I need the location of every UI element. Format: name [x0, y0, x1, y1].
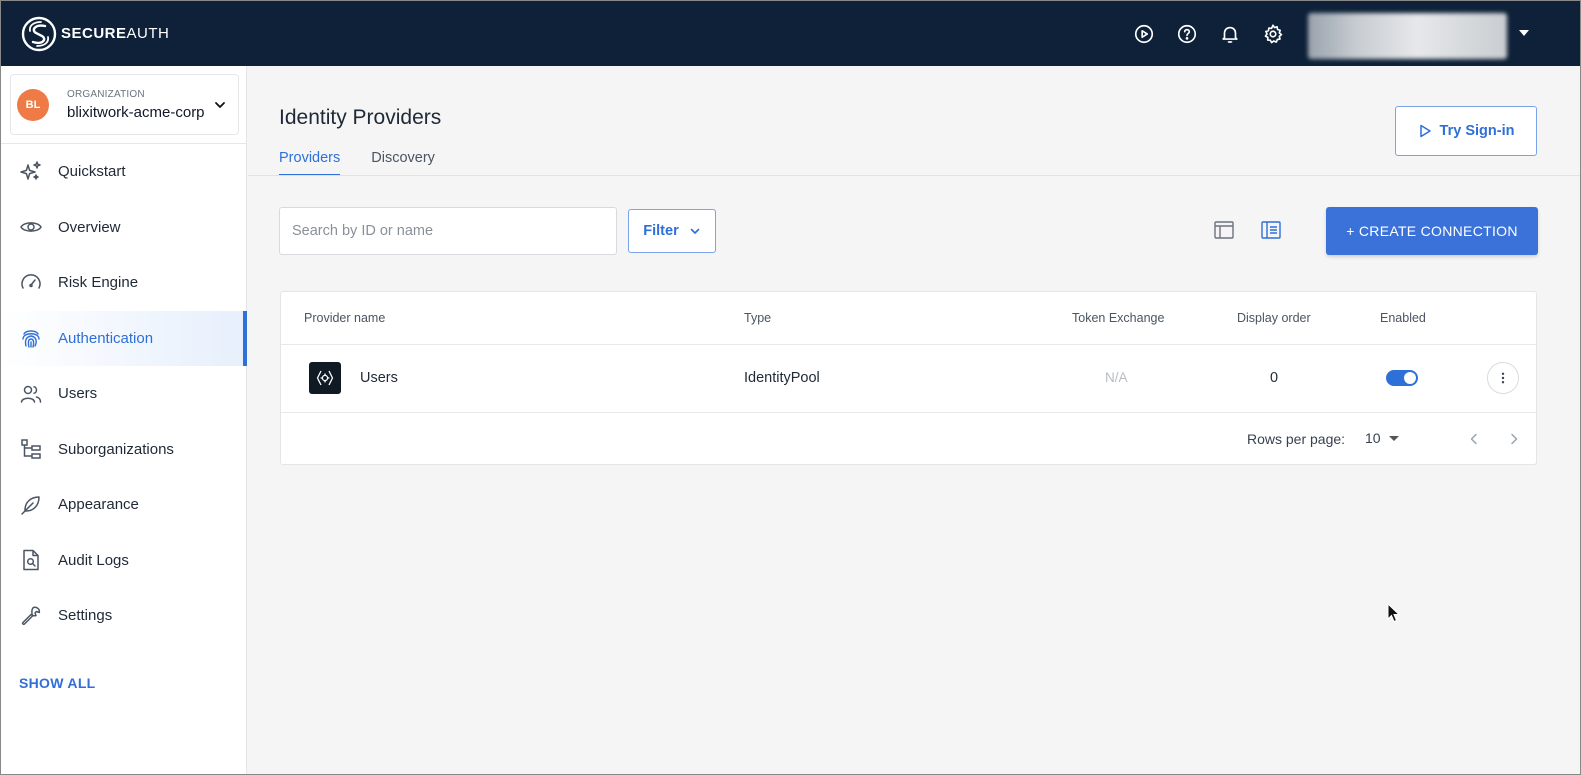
- sidebar: BL ORGANIZATION blixitwork-acme-corp Qui…: [1, 66, 247, 774]
- page-title: Identity Providers: [279, 106, 442, 129]
- rows-per-page-label: Rows per page:: [1247, 431, 1346, 447]
- search-input[interactable]: [279, 207, 617, 255]
- sidebar-item-risk-engine[interactable]: Risk Engine: [1, 255, 247, 311]
- sidebar-item-label: Authentication: [58, 329, 154, 347]
- divider: [281, 344, 1536, 345]
- sidebar-item-label: Users: [58, 385, 98, 403]
- cell-type: IdentityPool: [744, 370, 820, 386]
- caret-down-icon: [1388, 435, 1399, 441]
- cell-token-exchange: N/A: [1105, 370, 1128, 385]
- user-menu-avatar[interactable]: [1308, 13, 1507, 59]
- tab-discovery[interactable]: Discovery: [371, 150, 435, 176]
- sidebar-item-overview[interactable]: Overview: [1, 200, 247, 256]
- caret-down-icon[interactable]: [1519, 30, 1529, 36]
- tab-bar: Providers Discovery: [279, 150, 466, 176]
- fingerprint-icon: [18, 325, 44, 351]
- filter-label: Filter: [643, 223, 679, 239]
- main-content: Identity Providers Providers Discovery T…: [248, 66, 1580, 774]
- org-avatar: BL: [17, 88, 49, 121]
- organization-switcher[interactable]: BL ORGANIZATION blixitwork-acme-corp: [10, 74, 239, 135]
- sidebar-item-label: Appearance: [58, 496, 139, 514]
- sparkles-icon: [18, 159, 44, 185]
- create-connection-button[interactable]: + CREATE CONNECTION: [1326, 207, 1538, 255]
- secureauth-logo-icon: [21, 16, 57, 51]
- next-page-button[interactable]: [1504, 429, 1524, 449]
- sidebar-item-users[interactable]: Users: [1, 366, 247, 422]
- eye-icon: [18, 214, 44, 240]
- gear-icon[interactable]: [1258, 19, 1288, 49]
- chevron-down-icon: [690, 228, 700, 234]
- try-signin-label: Try Sign-in: [1439, 123, 1515, 139]
- cell-display-order: 0: [1270, 370, 1279, 386]
- chevron-right-icon: [1511, 433, 1518, 445]
- previous-page-button[interactable]: [1464, 429, 1484, 449]
- providers-table: Provider name Type Token Exchange Displa…: [280, 291, 1537, 465]
- tab-providers[interactable]: Providers: [279, 150, 341, 176]
- play-icon: [1419, 124, 1431, 138]
- gauge-icon: [18, 270, 44, 296]
- divider: [281, 412, 1536, 413]
- try-signin-button[interactable]: Try Sign-in: [1395, 106, 1537, 156]
- table-view-icon[interactable]: [1211, 217, 1237, 243]
- divider: [248, 175, 1580, 176]
- users-icon: [18, 381, 44, 407]
- hierarchy-icon: [18, 436, 44, 462]
- sidebar-nav: Quickstart Overview Risk Engine Authenti…: [1, 144, 247, 644]
- show-all-link[interactable]: SHOW ALL: [19, 675, 96, 691]
- rows-per-page-value: 10: [1365, 430, 1381, 446]
- sidebar-item-appearance[interactable]: Appearance: [1, 477, 247, 533]
- sidebar-item-label: Risk Engine: [58, 274, 139, 292]
- rows-per-page-select[interactable]: 10: [1365, 430, 1399, 446]
- chevron-left-icon: [1470, 433, 1477, 445]
- org-name: blixitwork-acme-corp: [67, 103, 205, 121]
- sidebar-item-settings[interactable]: Settings: [1, 588, 247, 644]
- sidebar-item-audit-logs[interactable]: Audit Logs: [1, 533, 247, 589]
- sidebar-item-label: Quickstart: [58, 163, 126, 181]
- sidebar-item-label: Audit Logs: [58, 551, 129, 569]
- identity-pool-logo-icon: [309, 362, 341, 394]
- column-header-type[interactable]: Type: [744, 311, 771, 325]
- wrench-icon: [18, 603, 44, 629]
- chevron-down-icon: [215, 102, 225, 108]
- brand[interactable]: SECUREAUTH: [21, 16, 169, 52]
- card-view-icon[interactable]: [1258, 217, 1284, 243]
- help-circle-icon[interactable]: [1172, 19, 1202, 49]
- sidebar-item-authentication[interactable]: Authentication: [1, 310, 247, 366]
- column-header-token-exchange[interactable]: Token Exchange: [1072, 311, 1164, 325]
- column-header-provider-name[interactable]: Provider name: [304, 311, 385, 325]
- bell-icon[interactable]: [1215, 19, 1245, 49]
- org-label: ORGANIZATION: [67, 88, 145, 100]
- top-bar: SECUREAUTH: [1, 1, 1580, 66]
- sidebar-item-suborganizations[interactable]: Suborganizations: [1, 422, 247, 478]
- cell-provider-name[interactable]: Users: [360, 370, 398, 386]
- row-actions-button[interactable]: [1487, 362, 1519, 394]
- play-circle-icon[interactable]: [1129, 19, 1159, 49]
- filter-button[interactable]: Filter: [628, 209, 716, 253]
- sidebar-item-label: Overview: [58, 218, 121, 236]
- feather-icon: [18, 492, 44, 518]
- sidebar-item-label: Settings: [58, 607, 113, 625]
- sidebar-item-quickstart[interactable]: Quickstart: [1, 144, 247, 200]
- enabled-toggle[interactable]: [1386, 370, 1418, 386]
- sidebar-item-label: Suborganizations: [58, 440, 174, 458]
- more-vertical-icon: [1501, 372, 1505, 384]
- document-search-icon: [18, 547, 44, 573]
- mouse-cursor-icon: [1387, 603, 1401, 623]
- brand-name: SECUREAUTH: [61, 25, 170, 42]
- column-header-display-order[interactable]: Display order: [1237, 311, 1311, 325]
- column-header-enabled[interactable]: Enabled: [1380, 311, 1426, 325]
